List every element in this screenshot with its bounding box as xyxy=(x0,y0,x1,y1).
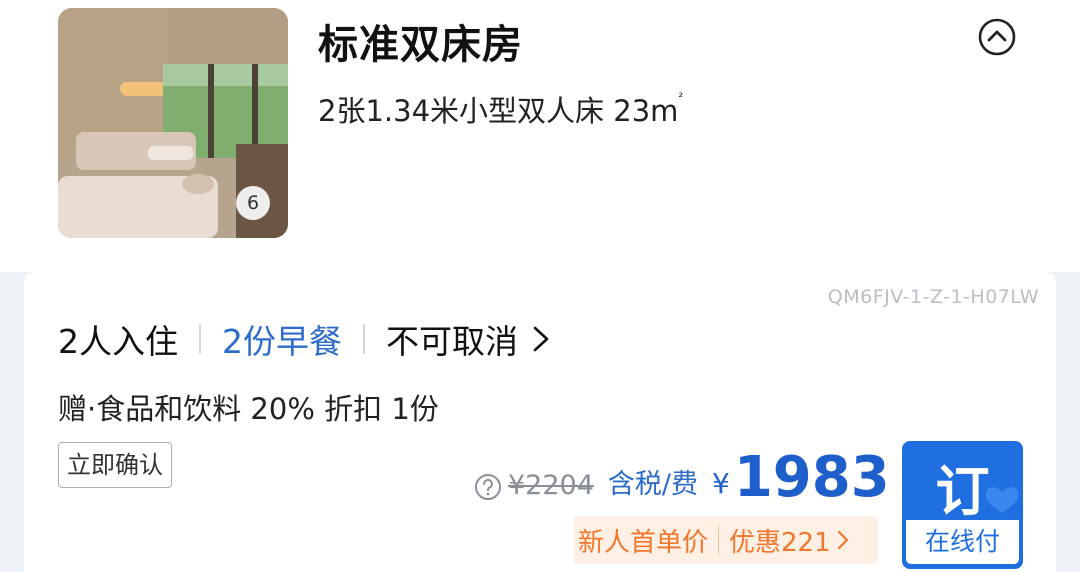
meal-label: 2份早餐 xyxy=(222,322,342,361)
current-price: 1983 xyxy=(733,445,890,510)
collapse-button[interactable] xyxy=(978,18,1016,56)
tax-label: 含税/费 xyxy=(607,469,699,500)
promo-divider xyxy=(718,526,720,554)
new-user-price-label: 新人首单价 xyxy=(578,527,709,558)
room-area: 23m xyxy=(613,94,679,128)
promo-badge[interactable]: 新人首单价 优惠221 xyxy=(574,516,878,564)
price-row: ¥2204 含税/费 ¥ 1983 xyxy=(474,444,890,506)
gift-benefit: 赠·食品和饮料 20% 折扣 1份 xyxy=(58,392,439,426)
bed-info: 2张1.34米小型双人床 xyxy=(318,94,605,128)
chevron-up-circle-icon xyxy=(978,18,1016,56)
heart-decoration-icon xyxy=(985,487,1019,513)
room-photo[interactable]: 6 xyxy=(58,8,288,238)
rate-policy-row[interactable]: 2人入住 2份早餐 不可取消 xyxy=(58,316,550,362)
pay-online-label: 在线付 xyxy=(906,520,1019,564)
room-title: 标准双床房 xyxy=(318,22,523,68)
policy-divider xyxy=(363,324,365,354)
currency-symbol: ¥ xyxy=(712,467,730,500)
question-circle-icon[interactable] xyxy=(474,473,502,501)
area-unit: ² xyxy=(678,90,684,104)
instant-confirm-tag: 立即确认 xyxy=(58,442,172,488)
photo-count-badge[interactable]: 6 xyxy=(236,186,270,220)
book-button[interactable]: 订 在线付 xyxy=(902,441,1023,569)
discount-label: 优惠221 xyxy=(729,527,831,558)
room-details: 2张1.34米小型双人床 23m² xyxy=(318,88,683,130)
chevron-right-icon xyxy=(533,326,549,352)
chevron-right-icon xyxy=(837,530,848,550)
occupancy-label: 2人入住 xyxy=(58,322,178,361)
policy-divider xyxy=(199,324,201,354)
room-header: 6 标准双床房 2张1.34米小型双人床 23m² xyxy=(0,0,1080,272)
rate-code: QM6FJV-1-Z-1-H07LW xyxy=(827,286,1039,308)
cancel-policy-label: 不可取消 xyxy=(386,322,518,361)
original-price: ¥2204 xyxy=(508,470,594,501)
